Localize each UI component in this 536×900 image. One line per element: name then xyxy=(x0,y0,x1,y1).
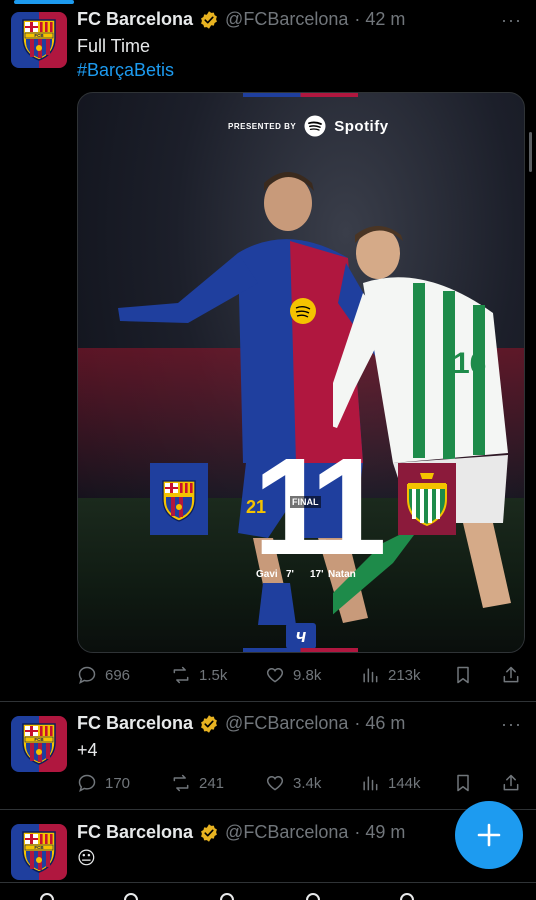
svg-text:FCB: FCB xyxy=(34,737,44,742)
repost-icon xyxy=(173,666,189,684)
tweet-actions: 696 1.5k 9.8k 213k xyxy=(77,664,527,686)
heart-icon xyxy=(266,667,284,683)
plus-icon xyxy=(477,823,501,847)
bookmark-icon xyxy=(457,666,469,684)
home-goal-minute: 7' xyxy=(286,569,294,580)
repost-icon xyxy=(173,774,189,792)
like-button[interactable]: 9.8k xyxy=(265,665,321,685)
fcb-crest-icon: FCB xyxy=(22,19,56,61)
like-count: 9.8k xyxy=(293,666,322,684)
verified-badge-icon xyxy=(201,10,217,29)
avatar[interactable]: FCB xyxy=(11,824,67,880)
nav-notifications-icon[interactable] xyxy=(400,893,414,900)
home-team-crest xyxy=(150,463,208,535)
like-count: 3.4k xyxy=(293,774,322,792)
tweet-time[interactable]: · 46 m xyxy=(354,713,405,734)
view-count: 213k xyxy=(388,666,421,684)
author-handle[interactable]: @FCBarcelona xyxy=(225,9,348,30)
tweet-header: FC Barcelona @FCBarcelona · 42 m xyxy=(77,9,405,30)
like-button[interactable]: 3.4k xyxy=(265,773,321,793)
author-handle[interactable]: @FCBarcelona xyxy=(225,822,348,843)
views-button[interactable]: 213k xyxy=(360,665,421,685)
nav-communities-icon[interactable] xyxy=(306,893,320,900)
laliga-logo-icon: ч xyxy=(286,623,316,649)
tweet-time[interactable]: · 42 m xyxy=(354,9,405,30)
author-handle[interactable]: @FCBarcelona xyxy=(225,713,348,734)
bookmark-icon xyxy=(457,774,469,792)
shirt-number: 16 xyxy=(453,347,486,380)
share-button[interactable] xyxy=(501,773,521,793)
away-team-crest xyxy=(398,463,456,535)
reply-icon xyxy=(78,774,96,792)
reply-count: 696 xyxy=(105,666,131,684)
away-scorer: Natan xyxy=(328,569,356,580)
bookmark-button[interactable] xyxy=(453,665,473,685)
tweet-text: +4 xyxy=(77,740,98,760)
share-icon xyxy=(503,774,519,791)
verified-badge-icon xyxy=(201,714,217,733)
heart-icon xyxy=(266,775,284,791)
tweet-text: 😐 xyxy=(77,848,96,868)
tweet-text: Full Time xyxy=(77,36,151,56)
tweet-header: FC Barcelona @FCBarcelona · 49 m xyxy=(77,822,405,843)
tweet-header: FC Barcelona @FCBarcelona · 46 m xyxy=(77,713,405,734)
repost-count: 1.5k xyxy=(199,666,228,684)
tweet-actions: 170 241 3.4k 144k xyxy=(77,772,527,794)
hashtag-link[interactable]: #BarçaBetis xyxy=(77,60,174,81)
nav-home-icon[interactable] xyxy=(40,893,54,900)
bookmark-button[interactable] xyxy=(453,773,473,793)
reply-icon xyxy=(78,666,96,684)
svg-text:FCB: FCB xyxy=(34,33,44,38)
more-options-icon[interactable]: ··· xyxy=(501,10,522,31)
share-icon xyxy=(503,666,519,683)
fcb-crest-icon: FCB xyxy=(22,723,56,765)
author-name[interactable]: FC Barcelona xyxy=(77,713,193,734)
repost-button[interactable]: 1.5k xyxy=(171,665,227,685)
away-score: 1 xyxy=(310,430,387,584)
tweet-2[interactable]: FCB FC Barcelona @FCBarcelona · 46 m ···… xyxy=(0,702,536,808)
away-goal-minute: 17' xyxy=(310,569,324,580)
share-button[interactable] xyxy=(501,665,521,685)
tweet-time[interactable]: · 49 m xyxy=(354,822,405,843)
analytics-icon xyxy=(363,776,378,791)
author-name[interactable]: FC Barcelona xyxy=(77,9,193,30)
avatar[interactable]: FCB xyxy=(11,716,67,772)
spotify-logo-icon xyxy=(304,115,326,137)
views-button[interactable]: 144k xyxy=(360,773,421,793)
nav-grok-icon[interactable] xyxy=(220,893,234,900)
match-result-image[interactable]: PRESENTED BY Spotify 21 16 1 FINAL Gavi … xyxy=(77,92,525,653)
compose-button[interactable]: + xyxy=(455,801,523,869)
reply-count: 170 xyxy=(105,774,131,792)
author-name[interactable]: FC Barcelona xyxy=(77,822,193,843)
avatar[interactable]: FCB xyxy=(11,12,67,68)
verified-badge-icon xyxy=(201,823,217,842)
more-options-icon[interactable]: ··· xyxy=(501,714,522,735)
view-count: 144k xyxy=(388,774,421,792)
sponsor-banner: PRESENTED BY Spotify xyxy=(228,115,389,137)
fcb-crest-icon: FCB xyxy=(22,831,56,873)
nav-search-icon[interactable] xyxy=(124,893,138,900)
presented-by-label: PRESENTED BY xyxy=(228,121,297,131)
repost-count: 241 xyxy=(199,774,225,792)
svg-text:FCB: FCB xyxy=(34,845,44,850)
reply-button[interactable]: 170 xyxy=(77,773,130,793)
bottom-navigation xyxy=(0,882,536,900)
repost-button[interactable]: 241 xyxy=(171,773,224,793)
home-scorer: Gavi xyxy=(256,569,278,580)
reply-button[interactable]: 696 xyxy=(77,665,130,685)
tweet-1[interactable]: FCB FC Barcelona @FCBarcelona · 42 m ···… xyxy=(0,0,536,700)
tweet-3[interactable]: FCB FC Barcelona @FCBarcelona · 49 m 😐 xyxy=(0,810,536,882)
analytics-icon xyxy=(363,668,378,683)
match-status: FINAL xyxy=(290,496,321,508)
sponsor-name: Spotify xyxy=(334,117,389,135)
